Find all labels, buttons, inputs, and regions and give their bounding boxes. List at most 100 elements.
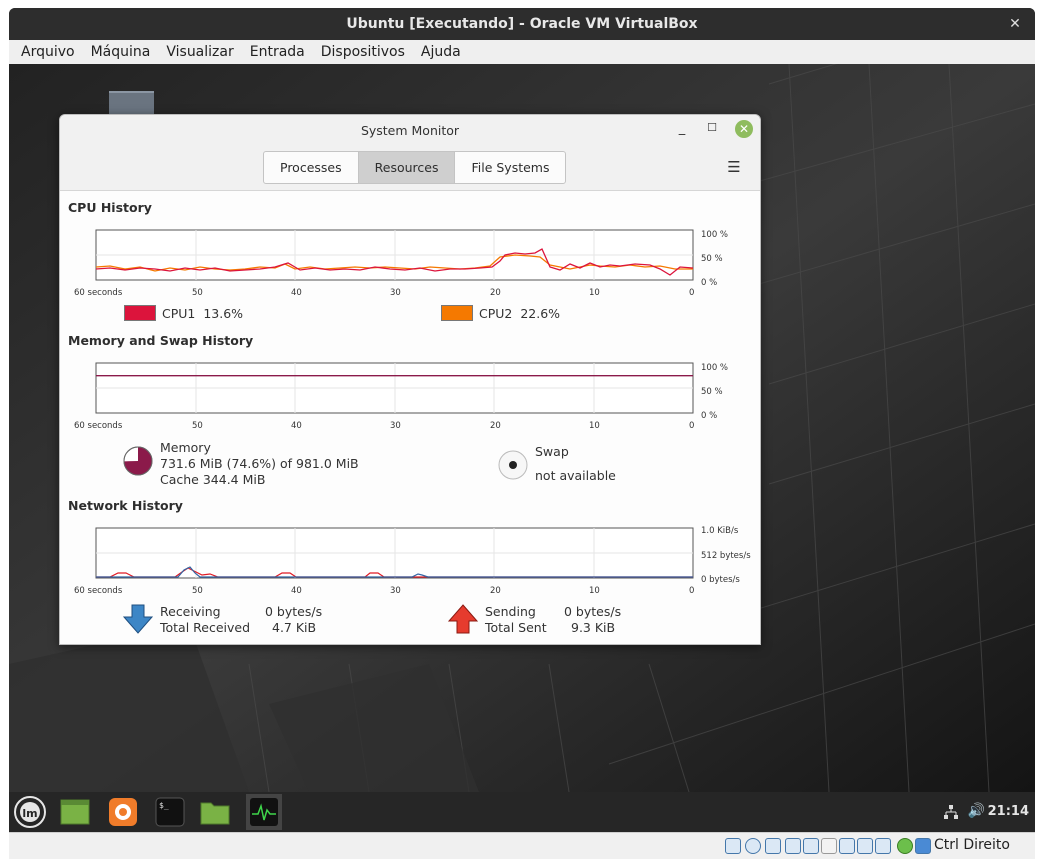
sending-label: Sending xyxy=(485,604,536,619)
usb-icon[interactable] xyxy=(803,838,819,854)
total-sent-label: Total Sent xyxy=(485,620,547,635)
cpu-y-tick-100: 100 % xyxy=(701,230,728,240)
clock[interactable]: 21:14 xyxy=(988,804,1029,819)
mem-x-tick-30: 30 xyxy=(390,421,401,431)
maximize-icon[interactable]: ☐ xyxy=(704,121,720,137)
window-title: System Monitor xyxy=(360,123,460,138)
menu-dispositivos[interactable]: Dispositivos xyxy=(313,44,413,60)
terminal-icon[interactable]: $_ xyxy=(154,796,186,828)
net-x-tick-60: 60 seconds xyxy=(74,586,123,596)
audio-icon[interactable] xyxy=(765,838,781,854)
network-history-title: Network History xyxy=(68,498,183,513)
firefox-icon[interactable] xyxy=(107,796,139,828)
swap-label: Swap xyxy=(535,444,569,459)
cpu2-color-swatch[interactable] xyxy=(441,305,473,321)
cpu-x-tick-0: 0 xyxy=(689,288,694,298)
mem-x-tick-50: 50 xyxy=(192,421,203,431)
total-received-value: 4.7 KiB xyxy=(272,620,317,635)
video-capture-icon[interactable] xyxy=(857,838,873,854)
guest-taskbar: lm $_ 🔊 21:14 xyxy=(9,792,1035,832)
sending-info: Sending Total Sent xyxy=(485,604,547,636)
cpu1-value: 13.6% xyxy=(203,305,244,321)
cpu2-legend[interactable]: CPU2 22.6% xyxy=(441,305,560,321)
net-x-tick-30: 30 xyxy=(390,586,401,596)
menu-ajuda[interactable]: Ajuda xyxy=(413,44,469,60)
net-y-tick-mid: 512 bytes/s xyxy=(701,551,751,561)
close-icon[interactable]: ✕ xyxy=(735,120,753,138)
virtualbox-statusbar: Ctrl Direito xyxy=(9,832,1035,859)
memory-pie-icon[interactable] xyxy=(122,445,154,477)
tab-file-systems[interactable]: File Systems xyxy=(455,152,565,183)
network-status-icon[interactable] xyxy=(943,804,959,824)
host-key-label: Ctrl Direito xyxy=(933,837,1010,853)
cpu1-legend[interactable]: CPU1 13.6% xyxy=(124,305,243,321)
mem-x-tick-60: 60 seconds xyxy=(74,421,123,431)
network-chart: 1.0 KiB/s 512 bytes/s 0 bytes/s 60 secon… xyxy=(60,525,760,597)
menu-maquina[interactable]: Máquina xyxy=(83,44,159,60)
memory-cache: Cache 344.4 MiB xyxy=(160,472,266,487)
system-monitor-icon[interactable] xyxy=(246,794,282,830)
system-monitor-window: System Monitor _ ☐ ✕ Processes Resources… xyxy=(59,114,761,645)
minimize-icon[interactable]: _ xyxy=(674,121,690,137)
receiving-info: Receiving Total Received xyxy=(160,604,250,636)
receiving-arrow-icon[interactable] xyxy=(122,603,154,635)
desktop-icon[interactable] xyxy=(59,796,91,828)
guest-desktop: System Monitor _ ☐ ✕ Processes Resources… xyxy=(9,64,1035,792)
mouse-integration-icon[interactable] xyxy=(897,838,913,854)
net-x-tick-20: 20 xyxy=(490,586,501,596)
memory-used: 731.6 MiB (74.6%) of 981.0 MiB xyxy=(160,456,359,471)
cpu-y-tick-50: 50 % xyxy=(701,254,723,264)
system-monitor-headerbar: System Monitor _ ☐ ✕ Processes Resources… xyxy=(60,115,760,191)
cpu2-label: CPU2 xyxy=(479,305,513,321)
tab-resources[interactable]: Resources xyxy=(358,152,456,183)
cpu-x-tick-10: 10 xyxy=(589,288,600,298)
cpu-x-tick-20: 20 xyxy=(490,288,501,298)
cpu-x-tick-30: 30 xyxy=(390,288,401,298)
swap-status: not available xyxy=(535,468,616,483)
total-received-label: Total Received xyxy=(160,620,251,635)
menu-visualizar[interactable]: Visualizar xyxy=(158,44,241,60)
keyboard-capture-icon[interactable] xyxy=(915,838,931,854)
svg-text:lm: lm xyxy=(22,807,37,820)
svg-text:$_: $_ xyxy=(159,801,169,810)
sending-values: 0 bytes/s 9.3 KiB xyxy=(564,604,624,636)
sending-arrow-icon[interactable] xyxy=(447,603,479,635)
volume-icon[interactable]: 🔊 xyxy=(968,803,985,819)
display-icon[interactable] xyxy=(839,838,855,854)
hamburger-menu-icon[interactable]: ☰ xyxy=(726,159,742,175)
cpu-chart-svg: 100 % 50 % 0 % 60 seconds 50 40 30 20 10… xyxy=(74,229,728,298)
shared-folders-icon[interactable] xyxy=(821,838,837,854)
net-y-tick-top: 1.0 KiB/s xyxy=(701,526,739,536)
swap-info: Swap not available xyxy=(535,440,616,488)
virtualbox-title: Ubuntu [Executando] - Oracle VM VirtualB… xyxy=(346,16,698,32)
mem-x-tick-20: 20 xyxy=(490,421,501,431)
virtualization-icon[interactable] xyxy=(875,838,891,854)
net-y-tick-bottom: 0 bytes/s xyxy=(701,575,740,585)
network-adapter-icon[interactable] xyxy=(785,838,801,854)
hard-disk-icon[interactable] xyxy=(725,838,741,854)
cpu-x-tick-60: 60 seconds xyxy=(74,288,123,298)
mem-y-tick-50: 50 % xyxy=(701,387,723,397)
net-x-tick-10: 10 xyxy=(589,586,600,596)
cpu1-color-swatch[interactable] xyxy=(124,305,156,321)
optical-drive-icon[interactable] xyxy=(745,838,761,854)
menu-entrada[interactable]: Entrada xyxy=(242,44,313,60)
mem-x-tick-0: 0 xyxy=(689,421,694,431)
total-sent-value: 9.3 KiB xyxy=(571,620,616,635)
mem-y-tick-0: 0 % xyxy=(701,411,717,421)
menu-arquivo[interactable]: Arquivo xyxy=(13,44,83,60)
swap-pie-icon[interactable] xyxy=(497,449,529,481)
virtualbox-close-icon[interactable]: ✕ xyxy=(1005,14,1025,34)
cpu-y-tick-0: 0 % xyxy=(701,278,717,288)
cpu2-value: 22.6% xyxy=(520,305,561,321)
mint-menu-icon[interactable]: lm xyxy=(14,796,46,828)
net-x-tick-50: 50 xyxy=(192,586,203,596)
network-chart-svg: 1.0 KiB/s 512 bytes/s 0 bytes/s 60 secon… xyxy=(74,526,751,596)
files-icon[interactable] xyxy=(199,796,231,828)
memory-label: Memory xyxy=(160,440,211,455)
cpu-x-tick-50: 50 xyxy=(192,288,203,298)
memory-chart-svg: 100 % 50 % 0 % 60 seconds 50 40 30 20 10… xyxy=(74,362,728,431)
cpu-chart: 100 % 50 % 0 % 60 seconds 50 40 30 20 10… xyxy=(60,227,760,299)
cpu-history-title: CPU History xyxy=(68,200,152,215)
tab-processes[interactable]: Processes xyxy=(264,152,359,183)
